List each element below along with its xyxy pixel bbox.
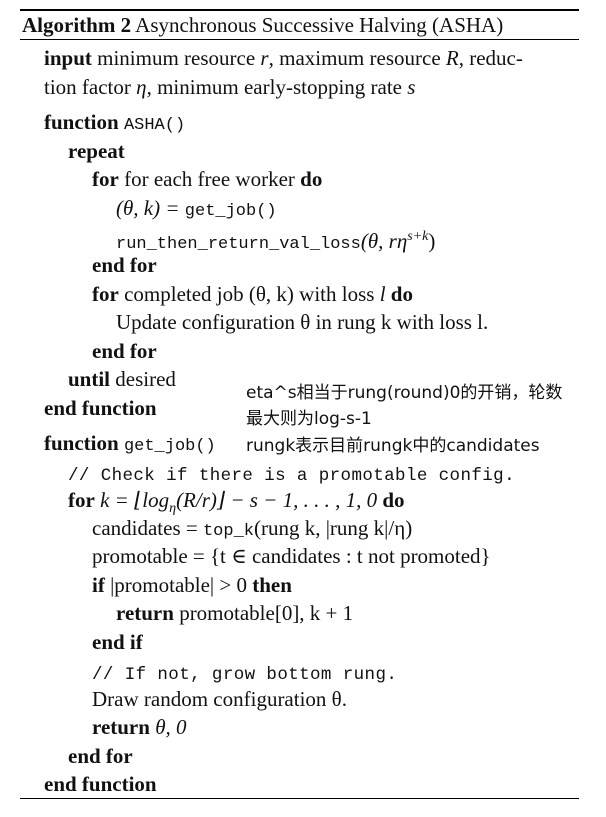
draw-line: Draw random configuration θ.	[92, 687, 347, 711]
top-k-call: top_k	[202, 522, 254, 541]
math-R: R	[445, 46, 459, 70]
return-keyword: return	[116, 601, 174, 625]
function-name: get_job()	[123, 437, 216, 456]
end-for-keyword: end for	[68, 744, 133, 768]
then-keyword: then	[252, 573, 292, 597]
promotable-line: promotable = {t ∈ candidates : t not pro…	[92, 544, 491, 568]
input-text: , maximum resource	[268, 46, 441, 70]
run-function-call: run_then_return_val_loss	[116, 235, 361, 254]
for-expression: (R/r)⌋ − s − 1, . . . , 1, 0	[176, 488, 378, 512]
end-for-keyword: end for	[92, 253, 157, 277]
math-r: r	[260, 46, 269, 70]
repeat-keyword: repeat	[68, 139, 125, 163]
return-value: promotable[0], k + 1	[179, 601, 354, 625]
if-line: if |promotable| > 0 then	[92, 573, 292, 597]
input-line-2: tion factor η, minimum early-stopping ra…	[44, 75, 415, 99]
update-text: Update configuration θ in rung k with lo…	[116, 310, 489, 334]
for-completed-line: for completed job (θ, k) with loss l do	[92, 282, 413, 306]
annotation-line-3: rungk表示目前rungk中的candidates	[246, 436, 540, 456]
do-keyword: do	[382, 488, 405, 512]
candidates-line: candidates = top_k(rung k, |rung k|/η)	[92, 516, 412, 544]
if-condition: |promotable| > 0	[110, 573, 247, 597]
input-text: , minimum early-stopping rate	[146, 75, 403, 99]
for-expression: k = ⌊log	[100, 488, 170, 512]
run-exponent: s+k	[407, 229, 429, 244]
bottom-rule	[20, 798, 579, 799]
end-if-line: end if	[92, 630, 143, 654]
repeat-line: repeat	[68, 139, 125, 163]
update-line: Update configuration θ in rung k with lo…	[116, 310, 488, 334]
input-keyword: input	[44, 46, 92, 70]
assign-lhs: (θ, k) =	[116, 196, 185, 220]
asha-function-line: function ASHA()	[44, 110, 185, 138]
run-line: run_then_return_val_loss(θ, rηs+k)	[116, 225, 435, 257]
function-keyword: function	[44, 110, 119, 134]
end-for-line-2: end for	[92, 339, 157, 363]
draw-text: Draw random configuration θ.	[92, 687, 347, 711]
if-keyword: if	[92, 573, 105, 597]
annotation-line-1: eta^s相当于rung(round)0的开销，轮数	[246, 383, 563, 403]
math-eta: η	[136, 75, 147, 99]
promotable-text: promotable = {t ∈ candidates : t not pro…	[92, 544, 491, 568]
function-name: ASHA()	[123, 116, 186, 135]
for-free-worker-line: for for each free worker do	[92, 167, 322, 191]
run-args: (θ, rη	[360, 229, 408, 253]
candidates-lhs: candidates =	[92, 516, 203, 540]
end-for-keyword: end for	[92, 339, 157, 363]
until-keyword: until	[68, 367, 111, 391]
for-text: for each free worker	[124, 167, 295, 191]
do-keyword: do	[390, 282, 413, 306]
return-promote-line: return promotable[0], k + 1	[116, 601, 353, 625]
get-job-assign-line: (θ, k) = get_job()	[116, 196, 277, 224]
return-keyword: return	[92, 715, 150, 739]
annotation-line-2: 最大则为log-s-1	[246, 409, 372, 429]
input-text: tion factor	[44, 75, 131, 99]
top-k-args: (rung k, |rung k|/η)	[253, 516, 413, 540]
comment-line-2: // If not, grow bottom rung.	[92, 660, 397, 687]
header-rule	[20, 39, 579, 40]
algorithm-label: Algorithm 2	[22, 13, 132, 37]
input-line-1: input minimum resource r, maximum resour…	[44, 46, 523, 70]
return-new-line: return θ, 0	[92, 715, 187, 739]
end-if-keyword: end if	[92, 630, 143, 654]
end-function-keyword: end function	[44, 396, 157, 420]
get-job-call: get_job()	[184, 202, 277, 221]
end-function-keyword: end function	[44, 772, 157, 796]
end-for-line-1: end for	[92, 253, 157, 277]
for-keyword: for	[92, 282, 119, 306]
until-text: desired	[115, 367, 176, 391]
comment-line-1: // Check if there is a promotable config…	[68, 461, 515, 488]
end-function-line-1: end function	[44, 396, 157, 420]
until-line: until desired	[68, 367, 176, 391]
top-rule	[20, 9, 579, 11]
code-comment: // If not, grow bottom rung.	[92, 665, 398, 685]
do-keyword: do	[300, 167, 323, 191]
algorithm-header: Algorithm 2 Asynchronous Successive Halv…	[22, 13, 503, 37]
end-function-line-2: end function	[44, 772, 157, 796]
get-job-function-line: function get_job()	[44, 431, 216, 459]
input-text: minimum resource	[97, 46, 256, 70]
math-s: s	[407, 75, 416, 99]
for-keyword: for	[92, 167, 119, 191]
code-comment: // Check if there is a promotable config…	[68, 466, 515, 486]
algorithm-title: Asynchronous Successive Halving (ASHA)	[135, 13, 504, 37]
for-text: completed job (θ, k) with loss	[124, 282, 375, 306]
for-keyword: for	[68, 488, 95, 512]
input-text: , reduc-	[458, 46, 523, 70]
run-close: )	[428, 229, 436, 253]
function-keyword: function	[44, 431, 119, 455]
end-for-line-3: end for	[68, 744, 133, 768]
math-l: l	[379, 282, 386, 306]
return-value: θ, 0	[155, 715, 187, 739]
